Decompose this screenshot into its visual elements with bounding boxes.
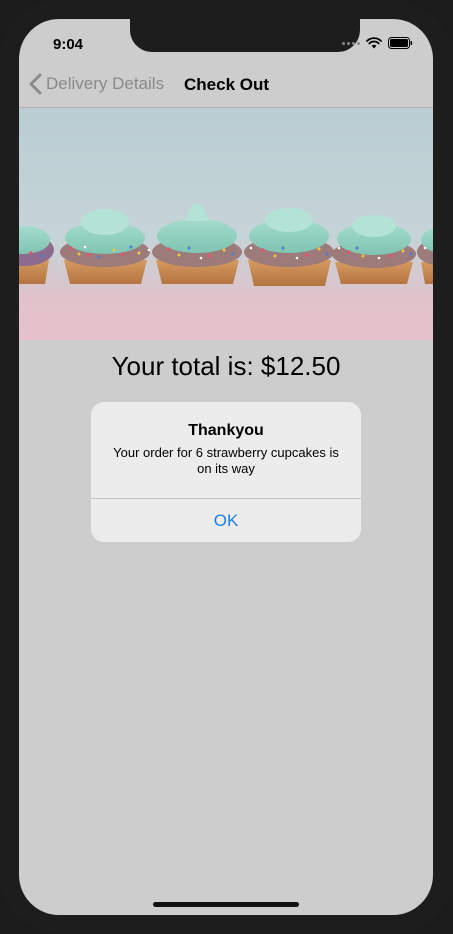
alert-title: Thankyou: [188, 422, 264, 439]
battery-icon: [388, 37, 413, 49]
alert-message: Your order for 6 strawberry cupcakes is …: [113, 445, 339, 476]
device-notch: [130, 19, 360, 52]
navigation-bar: Delivery Details Check Out: [19, 63, 433, 108]
ok-button[interactable]: OK: [91, 499, 361, 542]
home-indicator[interactable]: [153, 902, 299, 907]
app-screen: 9:04 Delivery Details Check Out Your tot…: [19, 19, 433, 915]
cupcakes-illustration: [19, 203, 433, 340]
cellular-signal-icon: [342, 41, 360, 45]
back-chevron-icon: [29, 73, 42, 95]
page-title: Check Out: [184, 75, 270, 94]
back-button[interactable]: Delivery Details: [29, 73, 164, 95]
device-frame: 9:04 Delivery Details Check Out Your tot…: [0, 0, 453, 934]
status-indicators: [342, 37, 413, 49]
cupcakes-hero-image: [19, 108, 433, 340]
status-time: 9:04: [53, 36, 84, 53]
confirmation-alert: Thankyou Your order for 6 strawberry cup…: [91, 402, 361, 542]
wifi-icon: [366, 37, 382, 49]
back-button-label: Delivery Details: [46, 74, 165, 93]
order-total: Your total is: $12.50: [111, 351, 341, 381]
